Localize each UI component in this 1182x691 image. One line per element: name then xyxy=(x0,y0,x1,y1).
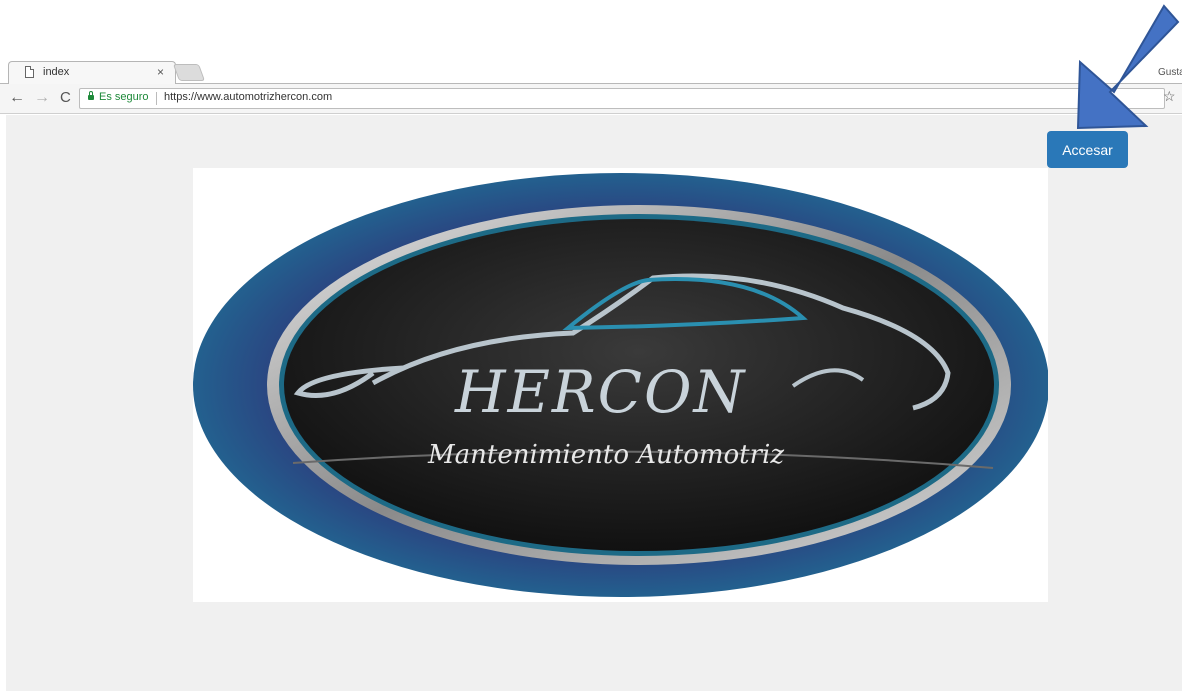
reload-icon[interactable]: C xyxy=(60,88,71,108)
tab-close-icon[interactable]: × xyxy=(157,65,164,79)
hercon-logo: HERCON Mantenimiento Automotriz xyxy=(193,168,1048,602)
address-bar[interactable]: Es seguro https://www.automotrizhercon.c… xyxy=(79,88,1165,109)
logo-tagline-text: Mantenimiento Automotriz xyxy=(428,440,785,470)
logo-brand-text: HERCON xyxy=(455,358,747,426)
page-icon xyxy=(25,66,34,78)
secure-label[interactable]: Es seguro xyxy=(99,91,149,103)
url-text[interactable]: https://www.automotrizhercon.com xyxy=(164,91,332,103)
tab-title: index xyxy=(43,66,70,78)
new-tab-button[interactable] xyxy=(172,64,206,81)
address-separator xyxy=(156,92,157,105)
back-arrow-icon[interactable]: ← xyxy=(9,88,25,108)
lock-icon xyxy=(88,91,94,100)
browser-toolbar: ← → C Es seguro https://www.automotrizhe… xyxy=(0,84,1182,114)
annotation-arrow-icon xyxy=(1076,4,1180,130)
forward-arrow-icon[interactable]: → xyxy=(34,88,50,108)
browser-tab[interactable]: index × xyxy=(8,61,176,84)
